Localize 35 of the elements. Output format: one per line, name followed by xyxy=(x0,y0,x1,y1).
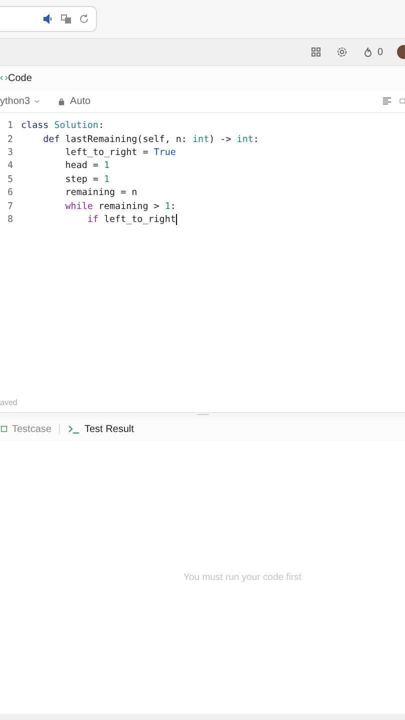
language-selector[interactable]: ython3 xyxy=(0,96,30,106)
empty-message: You must run your code first xyxy=(184,572,302,583)
mode-label: Auto xyxy=(70,96,91,106)
save-status: aved xyxy=(0,398,18,406)
code-line: left_to_right = True xyxy=(64,146,176,158)
code-tab[interactable]: Code xyxy=(8,72,32,84)
line-number: 6 xyxy=(6,187,13,198)
code-line: remaining = n xyxy=(64,187,138,198)
code-line: step = 1 xyxy=(64,174,110,185)
speaker-icon[interactable] xyxy=(42,13,54,25)
code-line: head = 1 xyxy=(64,160,110,172)
line-number: 2 xyxy=(6,134,13,145)
format-icon[interactable] xyxy=(381,95,393,107)
lock-icon xyxy=(57,96,66,106)
line-number: 5 xyxy=(6,174,13,185)
settings-icon[interactable] xyxy=(336,46,348,58)
line-number: 1 xyxy=(6,120,13,132)
translate-icon[interactable] xyxy=(60,13,72,25)
line-number: 3 xyxy=(6,146,13,158)
streak-count: 0 xyxy=(377,46,383,58)
grid-icon[interactable] xyxy=(310,46,322,58)
chevron-down-icon xyxy=(33,97,42,105)
reload-icon[interactable] xyxy=(78,13,90,25)
code-line: class Solution: xyxy=(21,120,104,132)
code-line: def lastRemaining(self, n: int) -> int: xyxy=(42,134,259,145)
line-number: 7 xyxy=(6,200,13,212)
line-number: 4 xyxy=(6,160,13,172)
code-line: while remaining > 1: xyxy=(64,200,176,212)
address-bar[interactable] xyxy=(0,6,97,32)
flame-icon[interactable] xyxy=(362,46,374,58)
code-line: if left_to_right xyxy=(86,214,177,225)
checkbox-icon xyxy=(0,425,8,433)
terminal-icon xyxy=(68,423,80,435)
console-tab[interactable]: Test Result xyxy=(68,423,134,435)
line-number: 8 xyxy=(6,214,13,225)
